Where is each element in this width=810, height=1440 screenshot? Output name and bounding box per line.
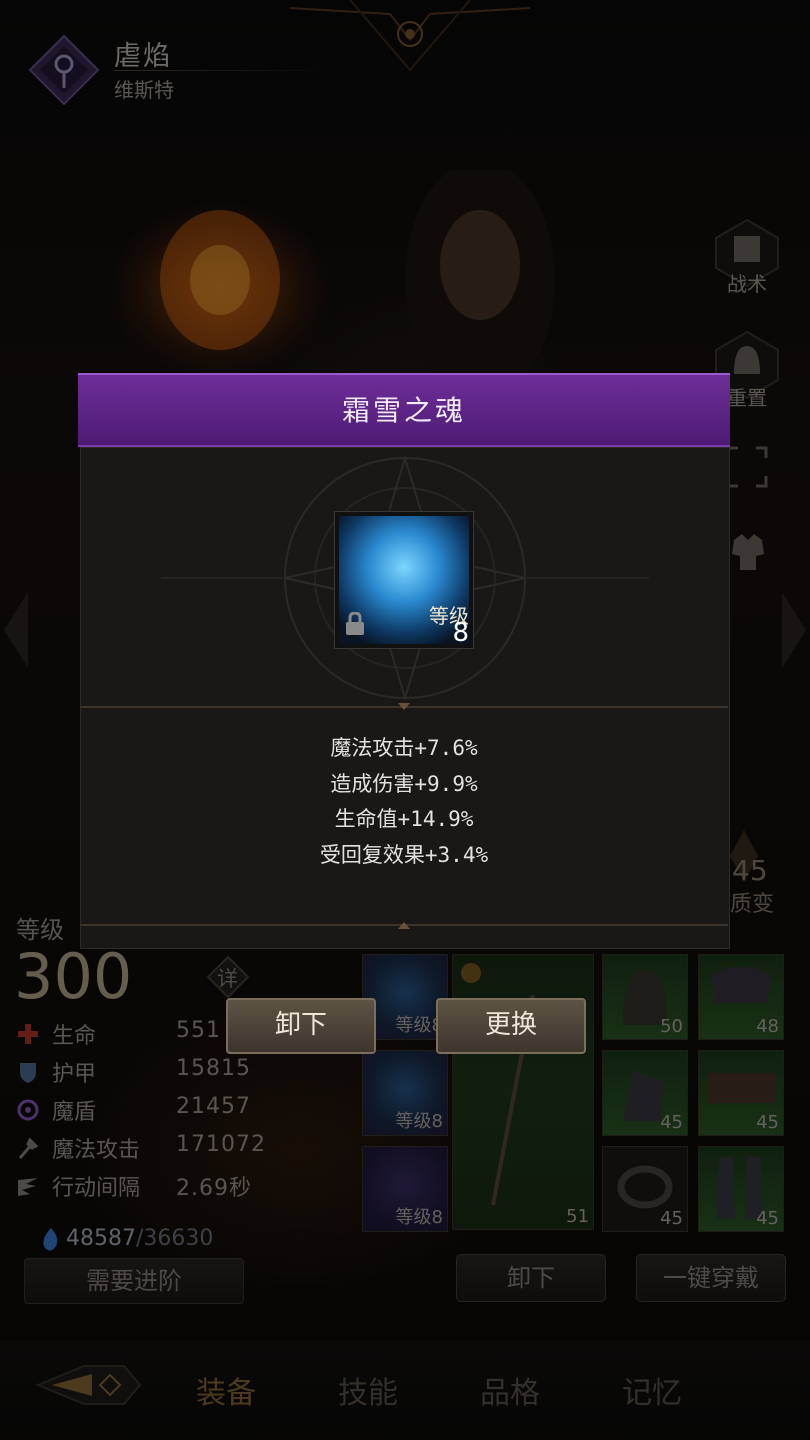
effect-line: 受回复效果+3.4% <box>319 842 489 867</box>
lock-icon <box>346 612 364 635</box>
modal-title: 霜雪之魂 <box>341 394 466 427</box>
effect-line: 生命值+14.9% <box>334 807 474 831</box>
item-level-value: 8 <box>452 618 469 648</box>
bottom-divider <box>80 922 728 929</box>
item-icon-frame: 等级 8 <box>334 511 474 649</box>
modal-header: 霜雪之魂 <box>78 373 730 447</box>
effect-line: 造成伤害+9.9% <box>330 771 478 796</box>
item-detail-modal: 霜雪之魂 等级 8 魔法攻击+7.6% 造成伤害+9.9% 生命值+14.9% … <box>78 373 730 949</box>
effect-list: 魔法攻击+7.6% 造成伤害+9.9% 生命值+14.9% 受回复效果+3.4% <box>80 731 728 873</box>
unequip-button[interactable]: 卸下 <box>226 998 376 1054</box>
effect-line: 魔法攻击+7.6% <box>330 736 478 760</box>
section-divider <box>80 703 728 710</box>
replace-button[interactable]: 更换 <box>436 998 586 1054</box>
